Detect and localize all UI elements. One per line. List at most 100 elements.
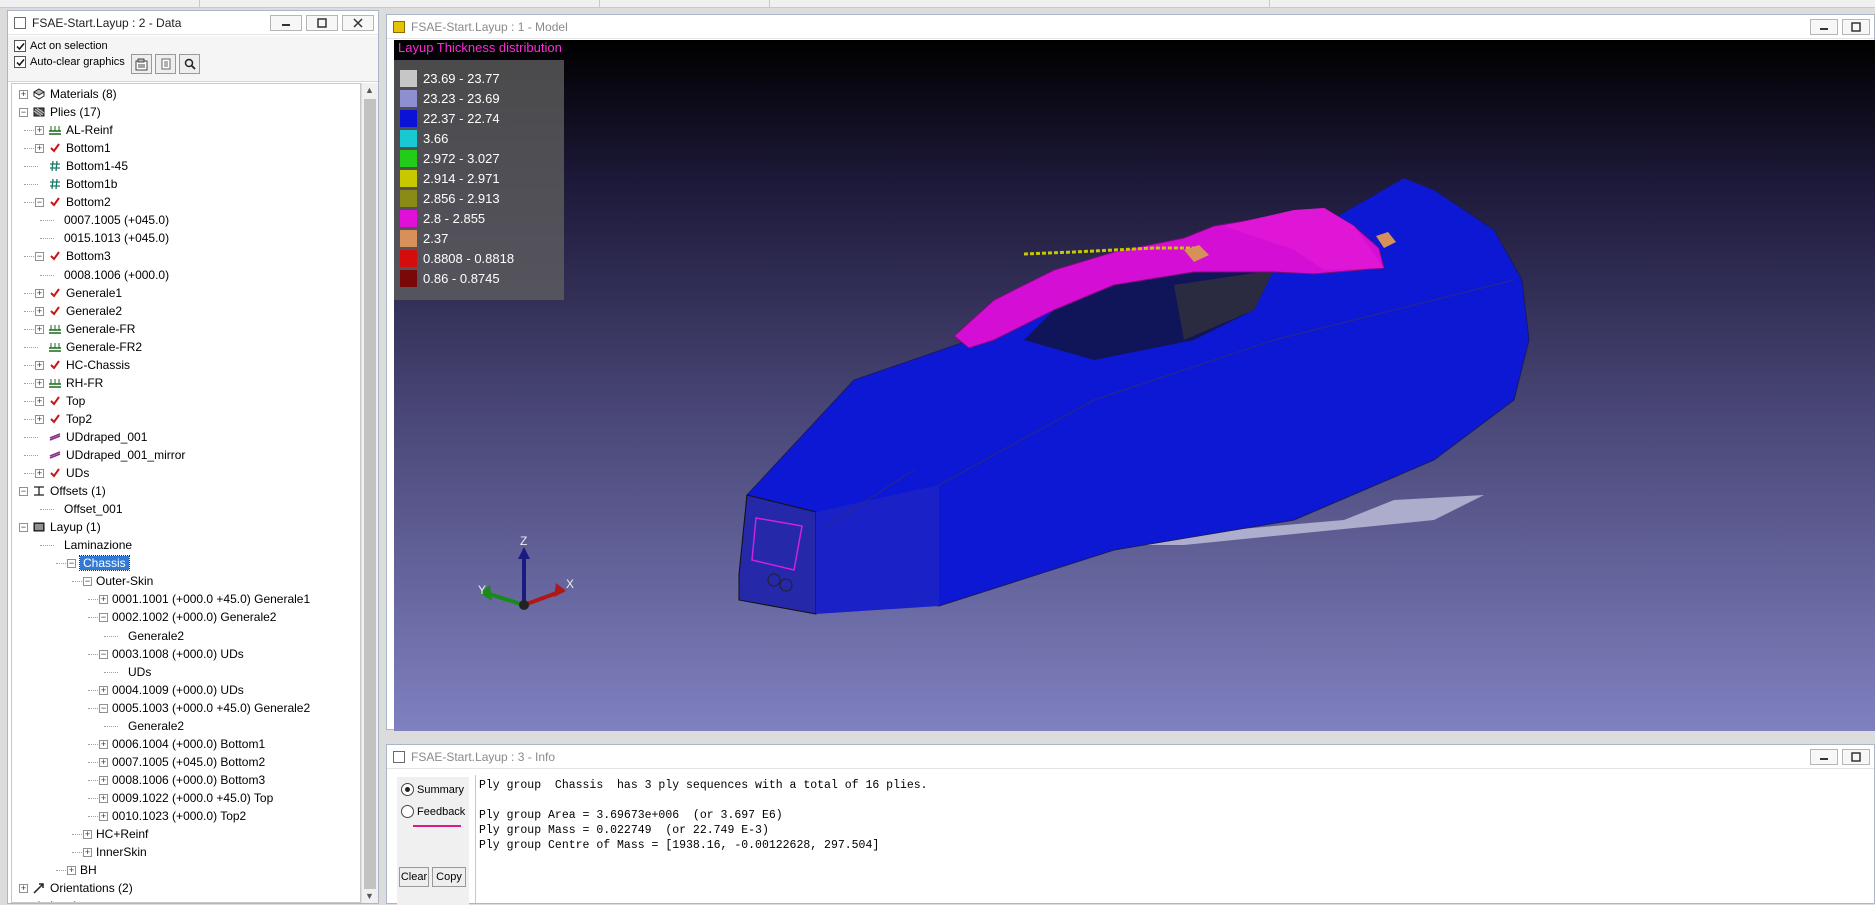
collapse-icon[interactable]: − [99,649,108,659]
tree-item[interactable]: Outer-Skin [96,572,153,590]
tree-item[interactable]: HC-Chassis [48,356,130,374]
expand-icon[interactable]: + [35,469,44,479]
tree-item[interactable]: Orientations (2) [32,879,133,897]
collapse-icon[interactable]: − [35,198,44,208]
collapse-icon[interactable]: − [35,252,44,262]
auto-clear-checkbox[interactable] [14,56,26,68]
tree-item[interactable]: InnerSkin [96,843,147,861]
clear-button[interactable]: Clear [399,867,429,887]
expand-icon[interactable]: + [99,595,108,605]
expand-icon[interactable]: + [35,360,44,370]
tree-item[interactable]: 0001.1001 (+000.0 +45.0) Generale1 [112,590,310,608]
tree-item[interactable]: Top [48,392,85,410]
model-window-titlebar[interactable]: FSAE-Start.Layup : 1 - Model [387,15,1874,39]
search-button[interactable] [179,54,200,74]
collapse-icon[interactable]: − [19,487,28,497]
tree-item[interactable]: 0002.1002 (+000.0) Generale2 [112,608,276,626]
expand-icon[interactable]: + [19,884,28,894]
tree-item[interactable]: UDs [128,663,151,681]
expand-icon[interactable]: + [35,306,44,316]
expand-icon[interactable]: + [35,378,44,388]
expand-icon[interactable]: + [99,757,108,767]
tree-item[interactable]: Generale2 [128,717,184,735]
tree-view[interactable]: + Materials (8) − Plies (17) + AL-Reinf + Botto… [11,83,361,903]
expand-icon[interactable]: + [35,396,44,406]
expand-icon[interactable]: + [35,126,44,136]
collapse-icon[interactable]: − [83,577,92,587]
maximize-button[interactable] [306,15,338,31]
tree-item[interactable]: RH-FR [48,374,103,392]
act-on-selection-checkbox[interactable] [14,40,26,52]
tree-item[interactable]: Bottom1-45 [48,157,128,175]
3d-viewport[interactable]: Layup Thickness distribution 23.69 - 23.… [394,40,1875,731]
expand-icon[interactable]: + [35,144,44,154]
copy-button[interactable]: Copy [432,867,466,887]
tree-item[interactable]: 0009.1022 (+000.0 +45.0) Top [112,789,273,807]
tree-item[interactable]: 0005.1003 (+000.0 +45.0) Generale2 [112,699,310,717]
expand-icon[interactable]: + [35,324,44,334]
tree-item[interactable]: Layup (1) [32,518,101,536]
properties-button[interactable] [131,54,152,74]
expand-icon[interactable]: + [99,812,108,821]
collapse-icon[interactable]: − [19,523,28,533]
tree-item[interactable]: Offsets (1) [32,482,106,500]
tree-item[interactable]: UDdraped_001_mirror [48,446,185,464]
tree-item[interactable]: Chassis [79,554,130,572]
tree-item[interactable]: BH [80,861,97,879]
info-maximize-button[interactable] [1842,749,1870,765]
tree-item[interactable]: Generale1 [48,284,122,302]
info-window-titlebar[interactable]: FSAE-Start.Layup : 3 - Info [387,745,1874,769]
collapse-icon[interactable]: − [99,613,108,623]
feedback-radio[interactable] [401,805,414,818]
tree-item[interactable]: 0003.1008 (+000.0) UDs [112,645,244,663]
feedback-radio-row[interactable]: Feedback [401,805,465,818]
model-maximize-button[interactable] [1842,19,1870,35]
list-view-button[interactable] [155,54,176,74]
info-output[interactable]: Ply group Chassis has 3 ply sequences wi… [475,775,1874,903]
tree-item[interactable]: UDdraped_001 [48,428,147,446]
tree-item[interactable]: UDs [48,464,89,482]
data-window-titlebar[interactable]: FSAE-Start.Layup : 2 - Data [8,11,378,35]
chassis-model[interactable]: Z X Y [394,40,1875,731]
tree-item[interactable]: Bottom1 [48,139,111,157]
summary-radio-row[interactable]: Summary [401,783,464,796]
expand-icon[interactable]: + [35,288,44,298]
expand-icon[interactable]: + [83,848,92,858]
tree-item[interactable]: Offset_001 [64,500,123,518]
expand-icon[interactable]: + [35,414,44,424]
expand-icon[interactable]: + [19,90,28,99]
act-on-selection-row[interactable]: Act on selection [14,40,108,52]
scroll-up-icon[interactable]: ▲ [365,85,374,95]
expand-icon[interactable]: + [99,793,108,803]
minimize-button[interactable] [270,15,302,31]
tree-item[interactable]: HC+Reinf [96,825,148,843]
tree-item[interactable]: Plies (17) [32,103,101,121]
tree-item[interactable]: Laminates [32,897,105,902]
expand-icon[interactable]: + [99,775,108,785]
tree-item[interactable]: 0015.1013 (+045.0) [64,229,169,247]
tree-item[interactable]: 0008.1006 (+000.0) Bottom3 [112,771,265,789]
tree-item[interactable]: Bottom3 [48,247,111,265]
collapse-icon[interactable]: − [19,108,28,118]
auto-clear-row[interactable]: Auto-clear graphics [14,56,125,68]
tree-item[interactable]: Top2 [48,410,92,428]
scroll-down-icon[interactable]: ▼ [365,891,374,901]
tree-item[interactable]: AL-Reinf [48,121,113,139]
model-minimize-button[interactable] [1810,19,1838,35]
tree-item[interactable]: Laminazione [64,536,132,554]
expand-icon[interactable]: + [67,866,76,876]
scrollbar-thumb[interactable] [364,99,376,889]
tree-item[interactable]: Generale2 [128,627,184,645]
info-minimize-button[interactable] [1810,749,1838,765]
tree-item[interactable]: 0010.1023 (+000.0) Top2 [112,807,246,825]
tree-item[interactable]: Bottom1b [48,175,117,193]
tree-item[interactable]: Generale-FR [48,320,135,338]
tree-item[interactable]: 0007.1005 (+045.0) [64,211,169,229]
expand-icon[interactable]: + [83,830,92,840]
expand-icon[interactable]: + [99,685,108,695]
tree-item[interactable]: Materials (8) [32,85,117,103]
tree-scrollbar[interactable]: ▲ ▼ [361,83,378,903]
expand-icon[interactable]: + [99,739,108,749]
tree-item[interactable]: 0004.1009 (+000.0) UDs [112,681,244,699]
collapse-icon[interactable]: − [99,703,108,713]
